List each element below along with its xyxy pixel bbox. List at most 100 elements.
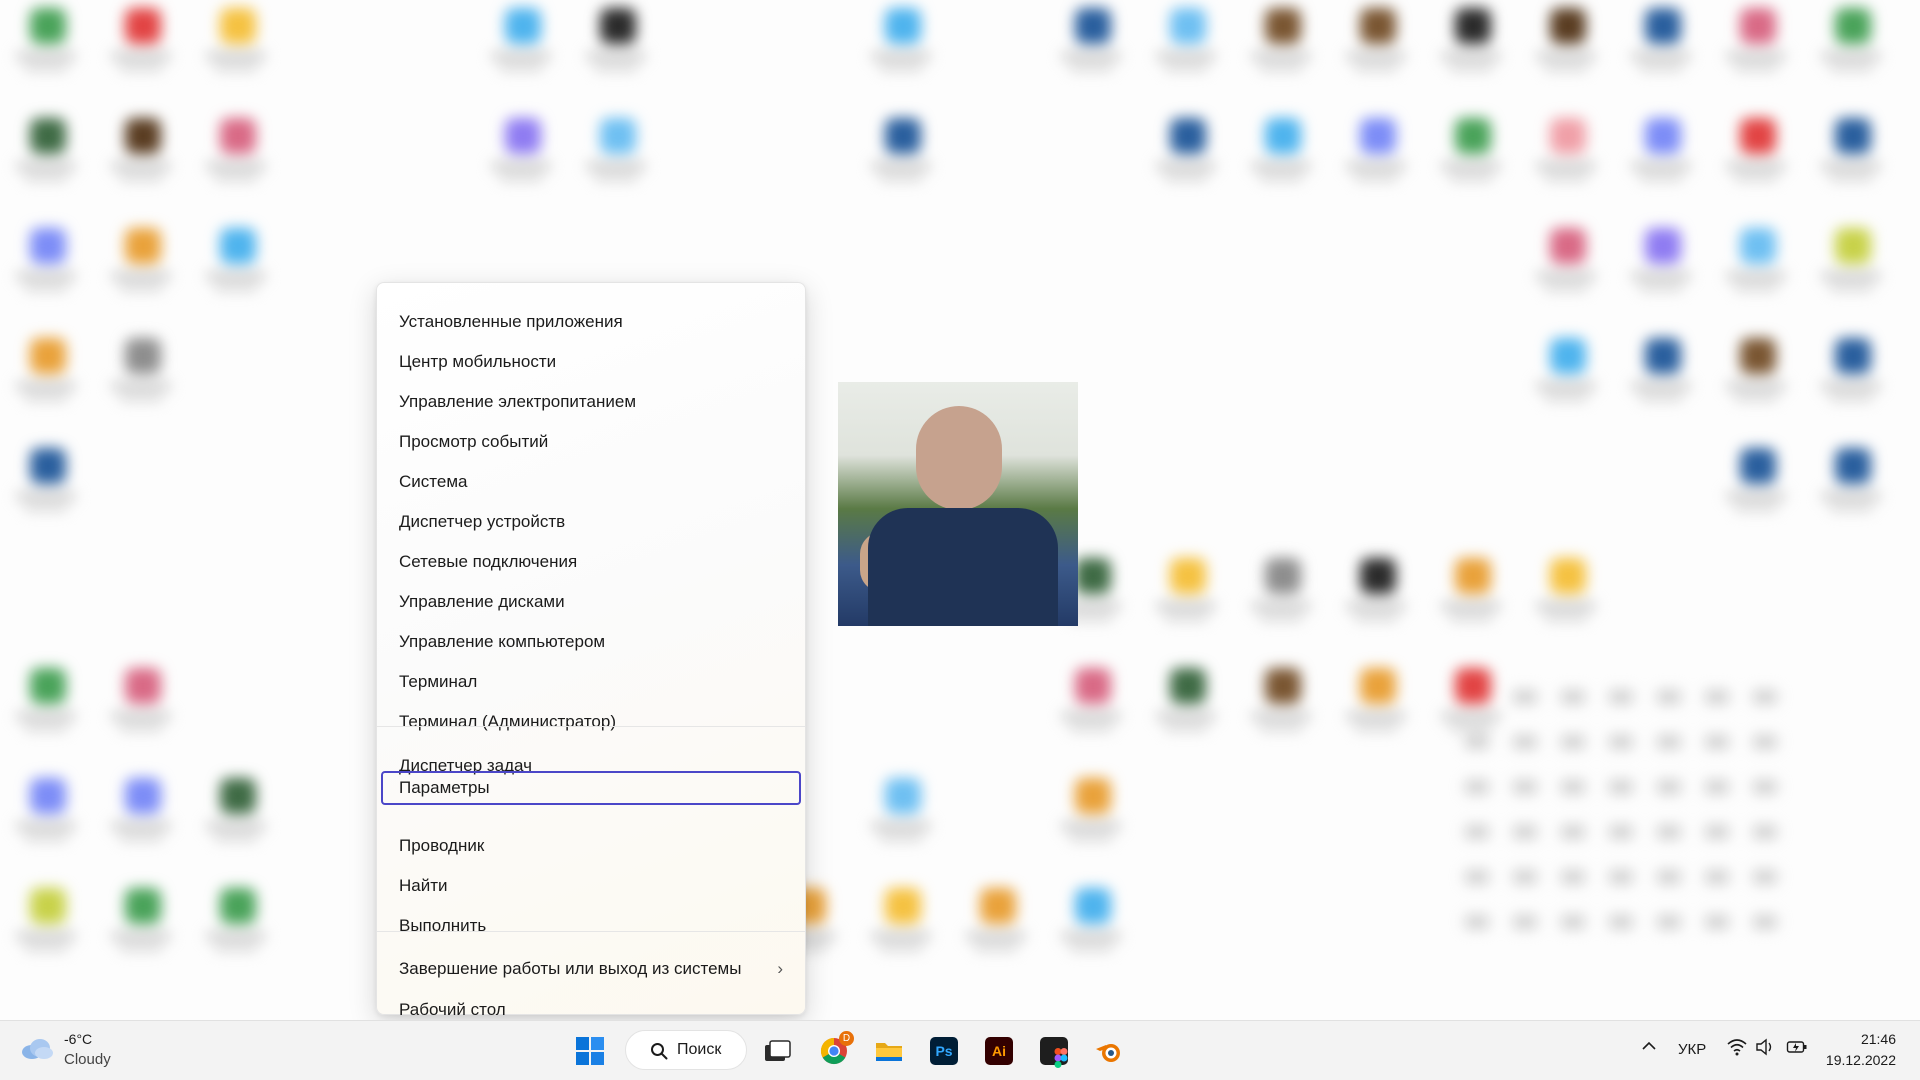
desktop-icon[interactable] [1235, 660, 1325, 760]
desktop-icon[interactable] [1615, 110, 1705, 210]
desktop-icon[interactable] [1330, 110, 1420, 210]
illustrator-button[interactable]: Ai [977, 1029, 1021, 1073]
desktop-icon[interactable] [0, 0, 90, 100]
blender-button[interactable] [1087, 1029, 1131, 1073]
desktop-icon[interactable] [1805, 0, 1895, 100]
chevron-up-icon[interactable] [1640, 1037, 1658, 1060]
desktop-icon[interactable] [0, 660, 90, 760]
calendar-day [1705, 915, 1729, 929]
desktop-icon[interactable] [0, 110, 90, 210]
desktop-icon[interactable] [95, 220, 185, 320]
desktop-icon[interactable] [1520, 220, 1610, 320]
photoshop-button[interactable]: Ps [922, 1029, 966, 1073]
desktop-icon[interactable] [1330, 660, 1420, 760]
desktop-icon[interactable] [1805, 220, 1895, 320]
menu-item-terminal[interactable]: Терминал [381, 665, 801, 699]
desktop-icon[interactable] [1045, 660, 1135, 760]
desktop-icon[interactable] [190, 220, 280, 320]
task-view-button[interactable] [755, 1029, 799, 1073]
menu-item-settings[interactable]: Параметры [381, 771, 801, 805]
desktop-icon[interactable] [1710, 330, 1800, 430]
desktop-icon[interactable] [855, 110, 945, 210]
desktop-icon[interactable] [1615, 330, 1705, 430]
desktop-icon[interactable] [1330, 0, 1420, 100]
desktop-icon[interactable] [190, 0, 280, 100]
desktop-icon[interactable] [1140, 550, 1230, 650]
menu-item-mobility-center[interactable]: Центр мобильности [381, 345, 801, 379]
desktop-icon[interactable] [1710, 110, 1800, 210]
desktop-icon[interactable] [0, 330, 90, 430]
menu-item-network-connections[interactable]: Сетевые подключения [381, 545, 801, 579]
desktop-icon[interactable] [1140, 660, 1230, 760]
desktop-icon[interactable] [190, 770, 280, 870]
desktop-icon[interactable] [570, 110, 660, 210]
desktop-icon[interactable] [1425, 550, 1515, 650]
desktop-icon[interactable] [1520, 0, 1610, 100]
search-button[interactable]: Поиск [625, 1030, 747, 1070]
desktop-icon[interactable] [0, 770, 90, 870]
volume-icon[interactable] [1755, 1038, 1775, 1061]
desktop-icon[interactable] [1235, 550, 1325, 650]
desktop-icon[interactable] [190, 880, 280, 980]
menu-item-search[interactable]: Найти [381, 869, 801, 903]
menu-item-file-explorer[interactable]: Проводник [381, 829, 801, 863]
desktop-icon[interactable] [855, 770, 945, 870]
desktop-icon[interactable] [855, 0, 945, 100]
weather-widget[interactable]: -6°C Cloudy [18, 1031, 158, 1073]
desktop-icon[interactable] [0, 220, 90, 320]
menu-item-shutdown-signout[interactable]: Завершение работы или выход из системы › [381, 952, 801, 986]
desktop-icon[interactable] [1045, 880, 1135, 980]
menu-item-power-options[interactable]: Управление электропитанием [381, 385, 801, 419]
desktop-icon[interactable] [1425, 0, 1515, 100]
desktop-icon[interactable] [95, 0, 185, 100]
desktop-icon[interactable] [190, 110, 280, 210]
desktop-icon[interactable] [95, 660, 185, 760]
desktop-icon[interactable] [1805, 110, 1895, 210]
desktop-icon[interactable] [95, 880, 185, 980]
desktop-icon[interactable] [1520, 110, 1610, 210]
desktop-icon[interactable] [1710, 440, 1800, 540]
desktop-icon[interactable] [95, 110, 185, 210]
menu-item-event-viewer[interactable]: Просмотр событий [381, 425, 801, 459]
desktop-icon[interactable] [950, 880, 1040, 980]
desktop-icon[interactable] [855, 880, 945, 980]
desktop-icon[interactable] [475, 110, 565, 210]
desktop-icon[interactable] [95, 770, 185, 870]
menu-item-terminal-admin[interactable]: Терминал (Администратор) [381, 705, 801, 739]
file-explorer-button[interactable] [867, 1029, 911, 1073]
desktop-icon[interactable] [1615, 220, 1705, 320]
desktop-icon[interactable] [0, 880, 90, 980]
start-button[interactable] [568, 1029, 612, 1073]
desktop-icon[interactable] [1805, 330, 1895, 430]
menu-item-system[interactable]: Система [381, 465, 801, 499]
desktop-icon[interactable] [475, 0, 565, 100]
desktop[interactable] [0, 0, 1920, 1020]
desktop-icon[interactable] [1235, 0, 1325, 100]
desktop-icon[interactable] [0, 440, 90, 540]
wifi-icon[interactable] [1727, 1038, 1747, 1061]
input-language[interactable]: УКР [1678, 1041, 1706, 1058]
desktop-icon[interactable] [95, 330, 185, 430]
desktop-icon[interactable] [1615, 0, 1705, 100]
desktop-icon[interactable] [1520, 330, 1610, 430]
desktop-icon[interactable] [1045, 0, 1135, 100]
desktop-icon[interactable] [1235, 110, 1325, 210]
desktop-icon[interactable] [1710, 220, 1800, 320]
desktop-icon[interactable] [1330, 550, 1420, 650]
desktop-icon[interactable] [1425, 110, 1515, 210]
menu-item-computer-management[interactable]: Управление компьютером [381, 625, 801, 659]
menu-item-disk-management[interactable]: Управление дисками [381, 585, 801, 619]
menu-item-device-manager[interactable]: Диспетчер устройств [381, 505, 801, 539]
desktop-icon[interactable] [1140, 0, 1230, 100]
desktop-icon[interactable] [1045, 770, 1135, 870]
desktop-icon[interactable] [1520, 550, 1610, 650]
desktop-icon[interactable] [570, 0, 660, 100]
desktop-icon[interactable] [1710, 0, 1800, 100]
menu-item-installed-apps[interactable]: Установленные приложения [381, 305, 801, 339]
desktop-icon[interactable] [1805, 440, 1895, 540]
desktop-icon[interactable] [1140, 110, 1230, 210]
chrome-button[interactable]: D [812, 1029, 856, 1073]
menu-item-run[interactable]: Выполнить [381, 909, 801, 943]
battery-charging-icon[interactable] [1786, 1038, 1808, 1061]
figma-button[interactable] [1032, 1029, 1076, 1073]
